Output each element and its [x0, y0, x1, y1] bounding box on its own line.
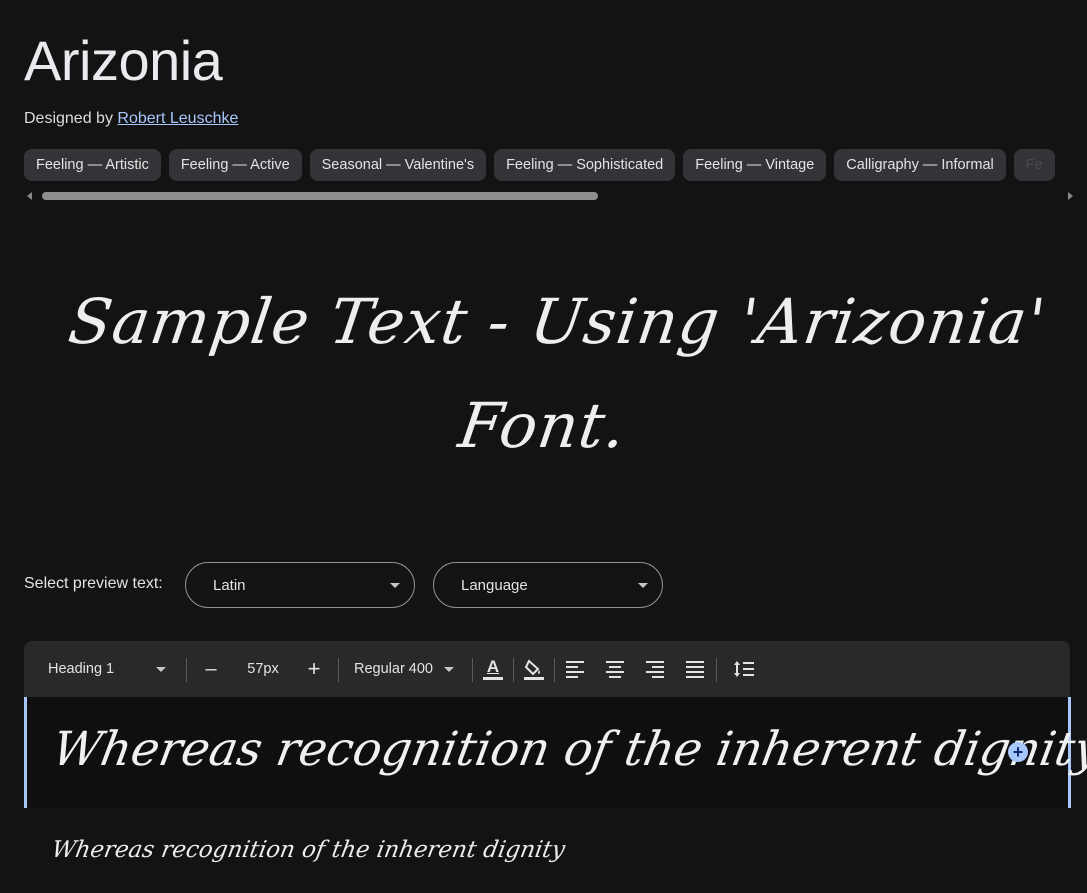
preview-text-label: Select preview text: [24, 575, 163, 592]
align-center-icon [606, 661, 624, 678]
align-justify-icon [686, 661, 704, 678]
tag-carousel: Feeling — Artistic Feeling — Active Seas… [24, 149, 1087, 181]
tag-chip[interactable]: Feeling — Sophisticated [494, 149, 676, 181]
line-height-button[interactable] [728, 641, 760, 697]
toolbar-divider [338, 658, 339, 682]
weight-select-value: Regular 400 [354, 661, 433, 677]
chevron-down-icon [390, 583, 400, 588]
toolbar-divider [472, 658, 473, 682]
tag-scrollbar[interactable] [24, 190, 1076, 202]
tag-chip[interactable]: Calligraphy — Informal [834, 149, 1006, 181]
align-right-button[interactable] [640, 641, 670, 697]
toolbar-divider [716, 658, 717, 682]
highlight-fill-icon [524, 659, 544, 680]
add-icon[interactable]: + [1008, 742, 1028, 762]
tag-chip[interactable]: Seasonal — Valentine's [309, 149, 487, 181]
scroll-left-arrow-icon[interactable] [27, 192, 32, 200]
scrollbar-thumb[interactable] [42, 192, 598, 200]
tag-chip[interactable]: Feeling — Active [168, 149, 302, 181]
highlight-button[interactable] [520, 641, 548, 697]
editor-line-body[interactable]: Whereas recognition of the inherent dign… [49, 832, 568, 868]
language-select[interactable]: Language [433, 562, 663, 608]
weight-select[interactable]: Regular 400 [348, 641, 460, 697]
text-color-button[interactable]: A [479, 641, 507, 697]
decrease-size-button[interactable]: – [196, 641, 226, 697]
script-select[interactable]: Latin [185, 562, 415, 608]
scroll-right-arrow-icon[interactable] [1068, 192, 1073, 200]
editor-toolbar: Heading 1 – 57px + Regular 400 A [24, 641, 1070, 697]
designed-by-label: Designed by [24, 110, 113, 127]
align-left-icon [566, 661, 584, 678]
toolbar-divider [186, 658, 187, 682]
chevron-down-icon [156, 666, 166, 672]
align-left-button[interactable] [560, 641, 590, 697]
align-justify-button[interactable] [680, 641, 710, 697]
font-size-value[interactable]: 57px [238, 641, 288, 697]
style-select-value: Heading 1 [48, 661, 115, 677]
chevron-down-icon [638, 583, 648, 588]
sample-text: Sample Text - Using 'Arizonia' Font. [64, 285, 1051, 462]
editor-line-heading[interactable]: Whereas recognition of the inherent dign… [47, 717, 1087, 783]
tag-chip[interactable]: Feeling — Artistic [24, 149, 161, 181]
tag-chip[interactable]: Fe [1013, 149, 1055, 181]
tag-chip[interactable]: Feeling — Vintage [683, 149, 827, 181]
script-select-value: Latin [213, 577, 246, 594]
toolbar-divider [554, 658, 555, 682]
align-right-icon [646, 661, 664, 678]
toolbar-divider [513, 658, 514, 682]
text-color-icon: A [483, 658, 503, 680]
style-select[interactable]: Heading 1 [38, 641, 176, 697]
font-title: Arizonia [24, 29, 223, 92]
increase-size-button[interactable]: + [300, 641, 328, 697]
designer-line: Designed by Robert Leuschke [24, 110, 238, 128]
text-color-glyph: A [486, 657, 500, 676]
chevron-down-icon [444, 666, 454, 672]
language-select-value: Language [461, 577, 528, 594]
designer-link[interactable]: Robert Leuschke [117, 110, 238, 127]
align-center-button[interactable] [600, 641, 630, 697]
preview-editor[interactable]: Whereas recognition of the inherent dign… [24, 697, 1087, 808]
line-height-icon [734, 661, 754, 677]
